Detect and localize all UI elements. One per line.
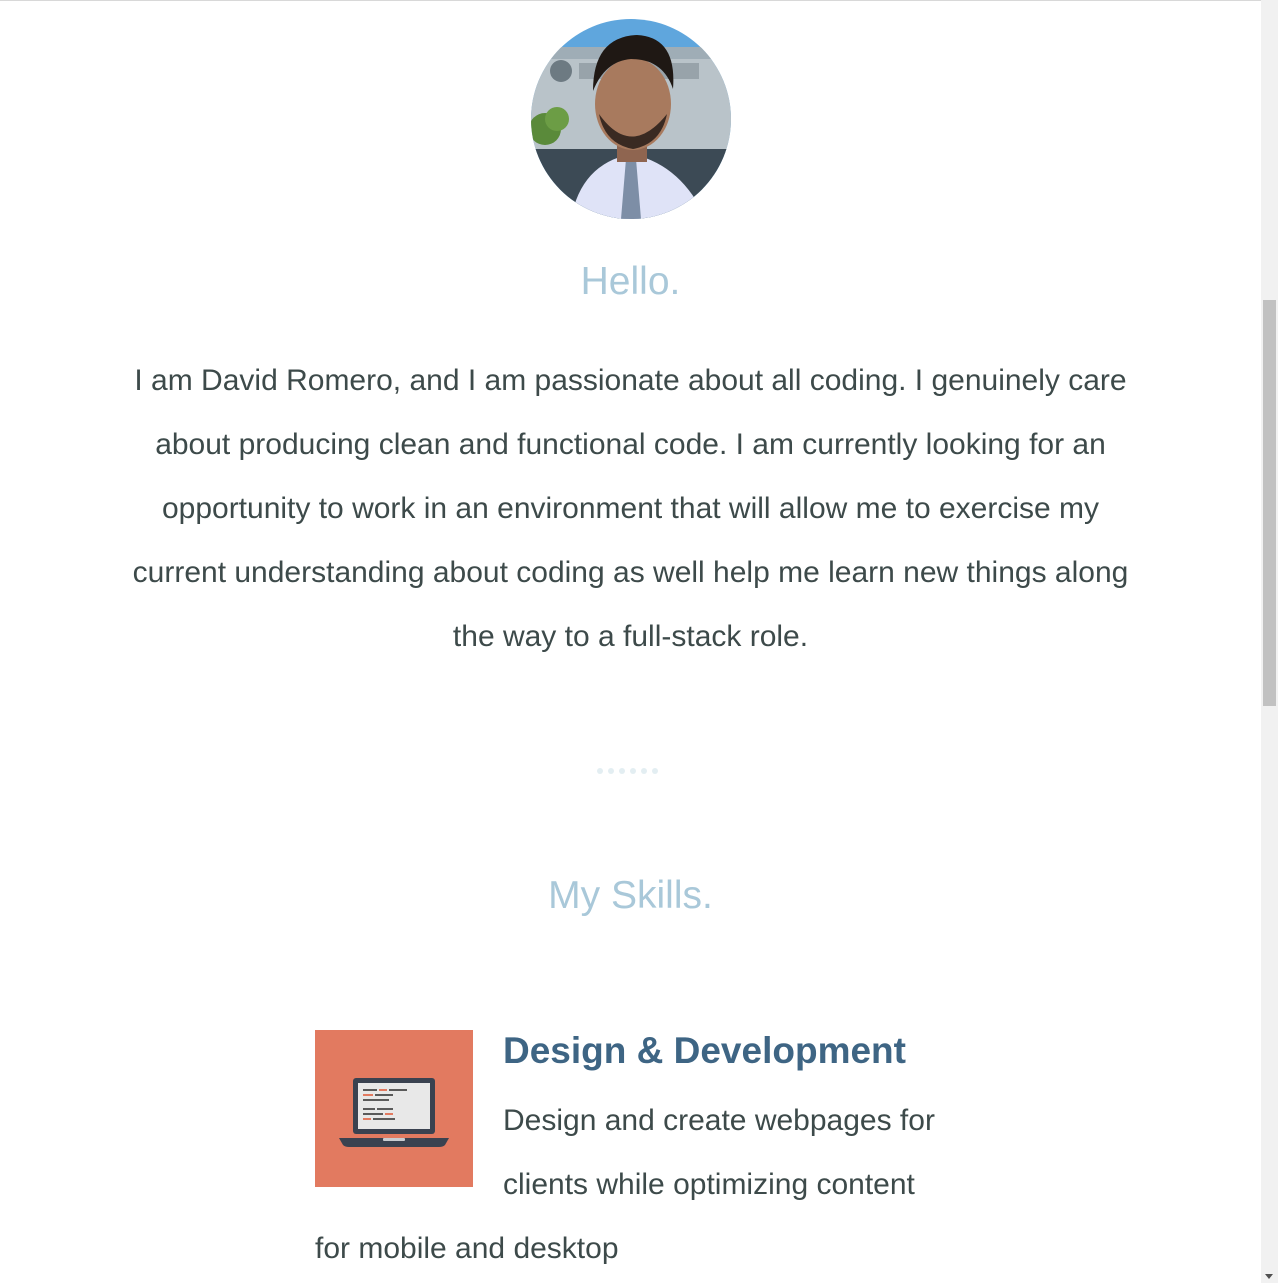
divider-dot xyxy=(619,768,625,774)
section-divider xyxy=(597,768,658,774)
skill-item-design-development: Design & Development Design and create w… xyxy=(315,1030,955,1281)
skills-heading: My Skills. xyxy=(548,874,713,917)
scrollbar-thumb[interactable] xyxy=(1263,300,1276,706)
divider-dot xyxy=(652,768,658,774)
scroll-down-arrow-icon[interactable] xyxy=(1265,1274,1273,1279)
avatar-photo xyxy=(531,19,731,219)
divider-dot xyxy=(630,768,636,774)
greeting-heading: Hello. xyxy=(580,260,681,303)
laptop-code-icon xyxy=(315,1030,473,1187)
intro-paragraph: I am David Romero, and I am passionate a… xyxy=(132,364,1129,653)
avatar xyxy=(531,19,731,219)
divider-dot xyxy=(608,768,614,774)
divider-dot xyxy=(597,768,603,774)
vertical-scrollbar[interactable] xyxy=(1261,0,1278,1283)
page-viewport: Hello. I am David Romero, and I am passi… xyxy=(0,0,1261,1283)
divider-dot xyxy=(641,768,647,774)
